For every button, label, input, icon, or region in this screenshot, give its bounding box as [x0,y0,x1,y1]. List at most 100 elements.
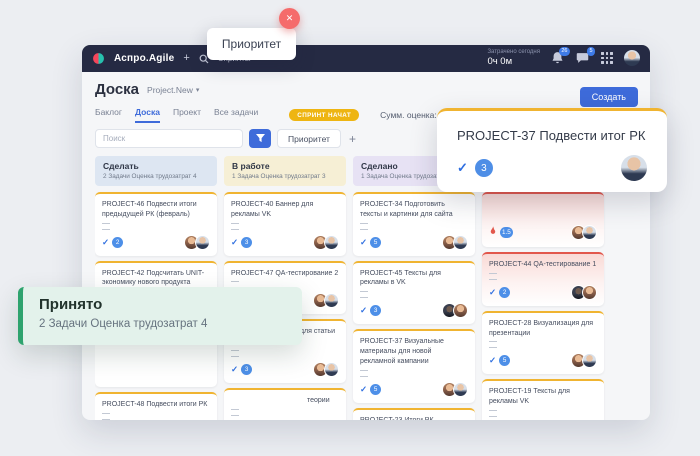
task-card-project-45[interactable]: PROJECT-45 Тексты для рекламы в VK ✓3 [353,261,475,325]
top-navigation-bar: Аспро.Agile + Спринты Затрачено сегодня … [82,45,650,72]
checkmark-icon: ✓ [231,237,238,248]
assignee-avatar [582,353,597,368]
task-preview-card[interactable]: PROJECT-37 Подвести итог РК ✓ 3 [437,108,667,192]
task-title: PROJECT-45 Тексты для рекламы в VK [360,269,468,289]
assignee-avatar [453,382,468,397]
search-input[interactable] [95,129,243,148]
description-icon [489,341,497,348]
tab-баклог[interactable]: Баклог [95,107,122,123]
task-card[interactable]: теории✓3 [224,388,346,420]
assignee-avatar [453,303,468,318]
estimate-badge: 5 [499,355,510,366]
add-filter-button[interactable]: + [347,132,358,146]
checkmark-icon: ✓ [360,237,367,248]
filter-button[interactable] [249,129,271,148]
board-column-accepted: Принято2 Задачи Оценка трудозатрат 41.5P… [482,156,604,420]
checkmark-icon: ✓ [360,305,367,316]
task-preview-title: PROJECT-37 Подвести итог РК [437,111,667,143]
accepted-column-popup: Принято 2 Задачи Оценка трудозатрат 4 [18,287,302,345]
task-title [489,200,597,218]
task-card-project-37[interactable]: PROJECT-37 Визуальные материалы для ново… [353,329,475,402]
task-title: теории [231,396,339,406]
estimate-badge: 5 [370,237,381,248]
estimate-badge: 2 [112,237,123,248]
checkmark-icon: ✓ [489,355,496,366]
bell-badge: 26 [559,47,570,55]
task-card-project-46[interactable]: PROJECT-46 Подвести итоги предыдущей РК … [95,192,217,256]
assignee-avatar [324,362,339,377]
funnel-icon [256,134,265,143]
assignee-avatar [582,225,597,240]
app-window: Аспро.Agile + Спринты Затрачено сегодня … [82,45,650,420]
estimate-badge: 3 [241,237,252,248]
description-icon [360,223,368,230]
description-icon [102,413,110,420]
priority-tooltip-label: Приоритет [222,37,281,51]
estimate-badge: 2 [499,287,510,298]
task-title: PROJECT-23 Итоги РК [360,416,468,420]
column-title: В работе [232,161,338,171]
task-card-project-23[interactable]: PROJECT-23 Итоги РК✓5 [353,408,475,420]
apps-grid-icon[interactable] [601,52,613,64]
column-subtitle: 2 Задачи Оценка трудозатрат 4 [103,173,209,180]
task-title: PROJECT-44 QA-тестирование 1 [489,260,597,270]
board-column-done: Сделано1 Задача Оценка трудозатратPROJEC… [353,156,475,420]
assignee-avatar [621,155,647,181]
description-icon [231,350,239,357]
page-title: Доска [95,81,139,98]
chevron-down-icon: ▾ [196,86,200,94]
task-title: PROJECT-48 Подвести итоги РК [102,400,210,410]
checkmark-icon: ✓ [231,364,238,375]
accepted-popup-subtitle: 2 Задачи Оценка трудозатрат 4 [39,318,302,330]
checkmark-icon: ✓ [489,287,496,298]
task-card[interactable]: 1.5 [482,192,604,247]
checkmark-icon: ✓ [360,384,367,395]
checkmark-icon: ✓ [457,160,468,176]
app-name: Аспро.Agile [114,53,174,64]
fire-icon [489,223,497,241]
task-card-project-28[interactable]: PROJECT-28 Визуализация для презентации✓… [482,311,604,375]
task-title: PROJECT-40 Баннер для рекламы VK [231,200,339,220]
description-icon [231,409,239,416]
assignee-avatar [324,293,339,308]
project-select[interactable]: Project.New ▾ [147,85,199,95]
task-card-project-48[interactable]: PROJECT-48 Подвести итоги РК✓2 [95,392,217,420]
task-title: PROJECT-42 Подсчитать UNIT-экономику нов… [102,269,210,289]
column-subtitle: 1 Задача Оценка трудозатрат 3 [232,173,338,180]
tab-все-задачи[interactable]: Все задачи [214,107,258,123]
assignee-avatar [195,235,210,250]
user-avatar[interactable] [624,50,640,66]
tab-проект[interactable]: Проект [173,107,201,123]
task-card-project-44[interactable]: PROJECT-44 QA-тестирование 1 ✓2 [482,252,604,306]
notifications-bell-icon[interactable]: 26 [551,51,565,65]
task-title: PROJECT-46 Подвести итоги предыдущей РК … [102,200,210,220]
description-icon [231,223,239,230]
task-title: PROJECT-37 Визуальные материалы для ново… [360,337,468,366]
column-header-in-progress: В работе 1 Задача Оценка трудозатрат 3 [224,156,346,186]
description-icon [360,370,368,377]
page-background: Аспро.Agile + Спринты Затрачено сегодня … [0,0,700,456]
task-card-project-19[interactable]: PROJECT-19 Тексты для рекламы VK✓5 [482,379,604,420]
estimate-badge: 3 [370,305,381,316]
close-icon[interactable]: ✕ [279,8,300,29]
task-card-project-34[interactable]: PROJECT-34 Подготовить тексты и картинки… [353,192,475,256]
assignee-avatar [453,235,468,250]
task-title: PROJECT-34 Подготовить тексты и картинки… [360,200,468,220]
messages-icon[interactable]: 5 [576,51,590,65]
description-icon [102,223,110,230]
add-icon[interactable]: + [183,53,189,64]
estimate-badge: 3 [241,364,252,375]
time-tracked: Затрачено сегодня 0ч 0м [487,49,540,68]
estimate-badge: 1.5 [500,227,513,238]
tab-доска[interactable]: Доска [135,107,160,123]
create-button[interactable]: Создать [580,87,638,107]
assignee-avatar [582,285,597,300]
checkmark-icon: ✓ [102,237,109,248]
app-logo-icon [92,52,105,65]
priority-tooltip: Приоритет [207,28,296,60]
task-card-project-40[interactable]: PROJECT-40 Баннер для рекламы VK ✓3 [224,192,346,256]
accepted-popup-title: Принято [39,296,302,313]
task-title: PROJECT-19 Тексты для рекламы VK [489,387,597,407]
assignee-avatar [324,235,339,250]
priority-filter-button[interactable]: Приоритет [277,129,341,148]
